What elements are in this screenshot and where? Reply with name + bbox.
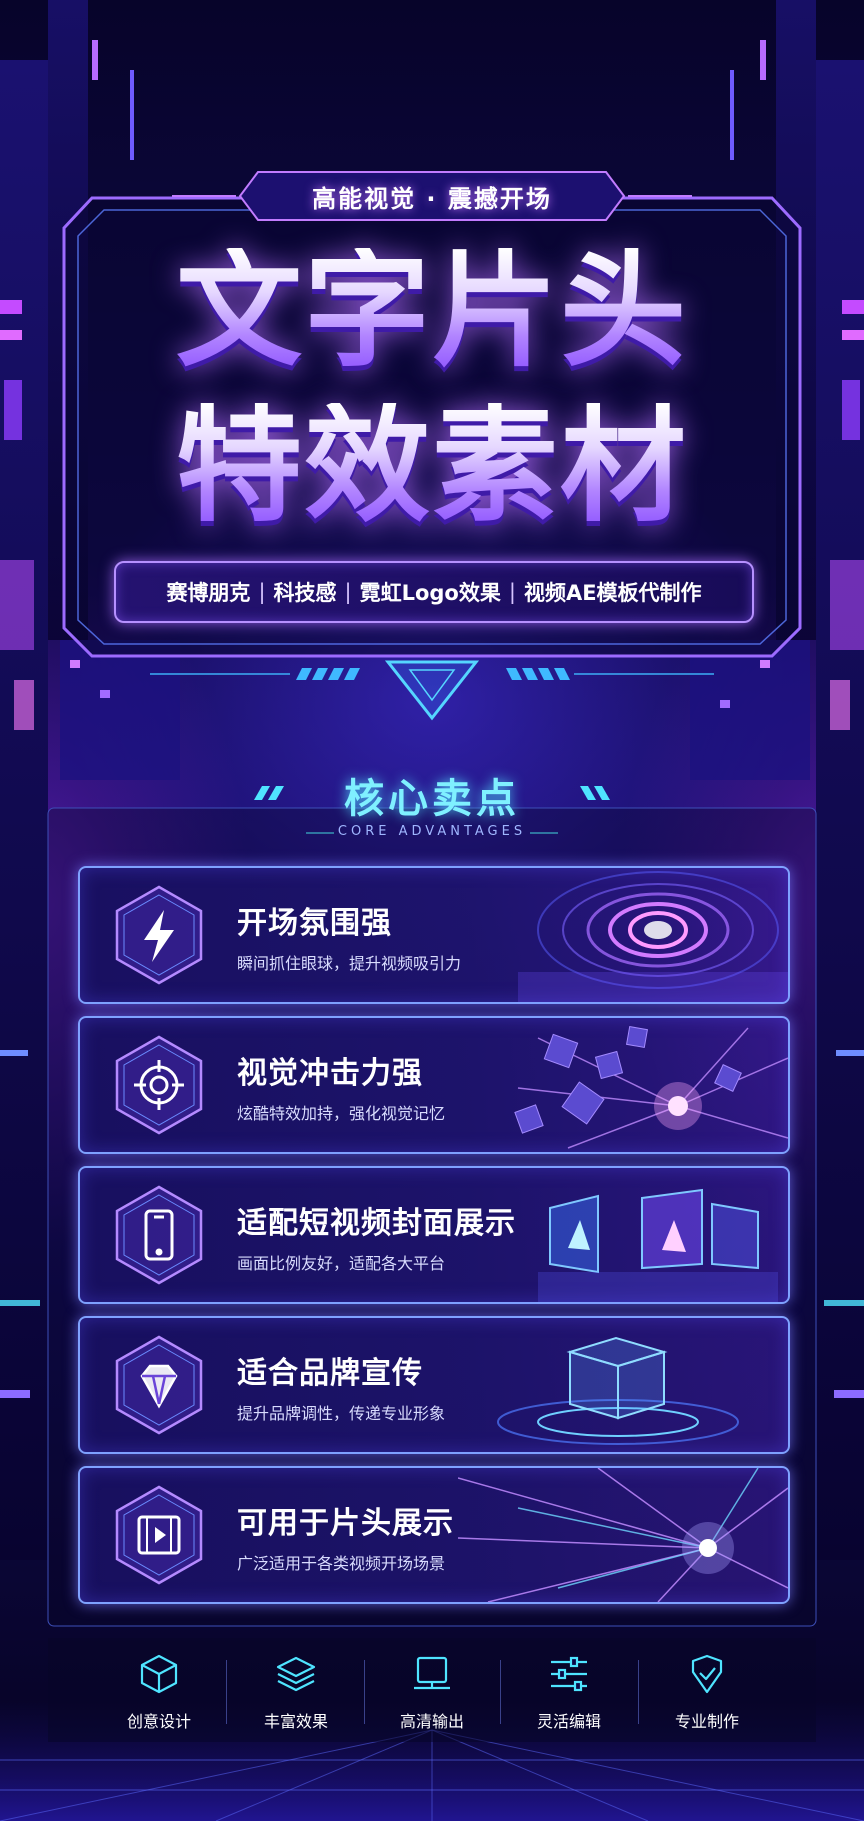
subtitle-item: 科技感 [273, 581, 337, 605]
hexagon-badge [115, 1485, 203, 1585]
card-title: 可用于片头展示 [237, 1506, 454, 1541]
hexagon-badge [115, 1335, 203, 1435]
subtitle-item: 视频AE模板代制作 [523, 581, 702, 605]
layers-icon [276, 1656, 316, 1692]
subtitle-separator: | [258, 580, 266, 604]
subtitle-item: 赛博朋克 [166, 581, 251, 605]
hexagon-badge [115, 1035, 203, 1135]
card-title: 视觉冲击力强 [237, 1056, 423, 1091]
feature-card: 可用于片头展示 广泛适用于各类视频开场场景 [78, 1466, 790, 1604]
feature-creative-design: 创意设计 [94, 1652, 224, 1742]
subtitle-separator: | [508, 580, 516, 604]
subtitle-item: 霓虹Logo效果 [359, 581, 501, 605]
feature-rich-effects: 丰富效果 [231, 1652, 361, 1742]
card-description: 炫酷特效加持，强化视觉记忆 [237, 1104, 446, 1123]
divider [226, 1660, 227, 1724]
feature-professional-production: 专业制作 [642, 1652, 772, 1742]
monitor-icon [414, 1656, 450, 1690]
feature-label: 创意设计 [126, 1712, 191, 1731]
card-description: 提升品牌调性，传递专业形象 [237, 1404, 446, 1423]
light-rays-art [458, 1468, 788, 1602]
feature-flexible-editing: 灵活编辑 [504, 1652, 634, 1742]
subtitle-separator: | [344, 580, 352, 604]
section-subtitle: CORE ADVANTAGES [337, 824, 527, 839]
glass-cube-art [497, 1336, 739, 1445]
card-description: 瞬间抓住眼球，提升视频吸引力 [237, 954, 462, 973]
feature-hd-output: 高清输出 [367, 1652, 497, 1742]
hexagon-badge [115, 1185, 203, 1285]
card-title: 开场氛围强 [237, 906, 392, 941]
feature-label: 丰富效果 [263, 1712, 328, 1731]
poster: 高能视觉 · 震撼开场 文字片头 特效素材 赛博朋克 | 科技感 | 霓虹Log… [0, 0, 864, 1821]
main-title-line-1: 文字片头 [100, 248, 764, 374]
subtitle-bar: 赛博朋克 | 科技感 | 霓虹Logo效果 | 视频AE模板代制作 [114, 561, 754, 623]
feature-card: 适合品牌宣传 提升品牌调性，传递专业形象 [78, 1316, 790, 1454]
hexagon-badge [115, 885, 203, 985]
sliders-icon [551, 1656, 587, 1692]
divider [638, 1660, 639, 1724]
feature-card: 开场氛围强 瞬间抓住眼球，提升视频吸引力 [78, 866, 790, 1004]
card-title: 适合品牌宣传 [237, 1356, 423, 1391]
main-title-line-2: 特效素材 [100, 403, 764, 529]
card-description: 广泛适用于各类视频开场场景 [237, 1554, 446, 1573]
cube-icon [140, 1654, 178, 1694]
tagline: 高能视觉 · 震撼开场 [312, 184, 552, 213]
feature-card: 适配短视频封面展示 画面比例友好，适配各大平台 [78, 1166, 790, 1304]
card-title: 适配短视频封面展示 [237, 1206, 516, 1241]
feature-card: 视觉冲击力强 炫酷特效加持，强化视觉记忆 [78, 1016, 790, 1154]
card-description: 画面比例友好，适配各大平台 [237, 1254, 446, 1273]
section-title: 核心卖点 [344, 776, 520, 822]
divider [364, 1660, 365, 1724]
burst-cubes-art [514, 1025, 788, 1149]
neon-tunnel-art [518, 871, 788, 1002]
feature-label: 专业制作 [674, 1712, 739, 1731]
feature-label: 灵活编辑 [536, 1712, 601, 1731]
shield-check-icon [691, 1654, 723, 1694]
feature-label: 高清输出 [399, 1712, 464, 1731]
divider [500, 1660, 501, 1724]
